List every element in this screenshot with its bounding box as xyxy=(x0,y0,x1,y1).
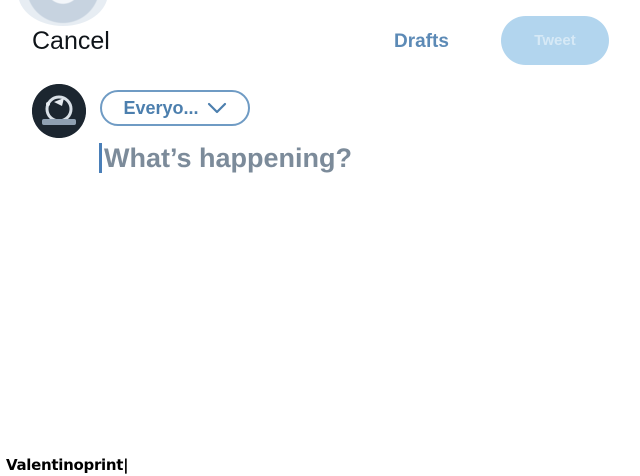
audience-label: Everyo... xyxy=(123,97,199,118)
avatar-logo-icon xyxy=(32,84,86,138)
watermark: Valentinoprint| xyxy=(6,456,129,474)
chevron-down-icon xyxy=(207,102,226,114)
compose-placeholder: What’s happening? xyxy=(104,142,352,173)
drafts-button[interactable]: Drafts xyxy=(394,31,449,53)
audience-selector[interactable]: Everyo... xyxy=(100,90,250,126)
avatar[interactable] xyxy=(32,84,86,138)
cancel-button[interactable]: Cancel xyxy=(32,27,110,56)
tweet-button[interactable]: Tweet xyxy=(501,16,609,65)
text-cursor xyxy=(99,143,102,173)
compose-field[interactable]: What’s happening? xyxy=(99,142,352,174)
compose-header: Cancel Drafts Tweet xyxy=(0,0,640,80)
